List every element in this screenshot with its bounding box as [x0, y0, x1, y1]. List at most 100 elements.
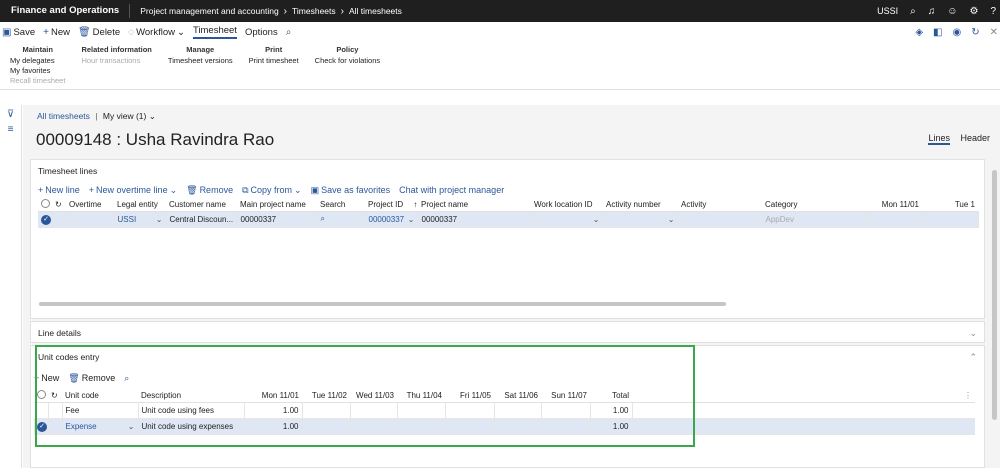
chevron-down-icon: ⌄: [148, 111, 156, 121]
col-activity[interactable]: Activity: [678, 198, 762, 212]
cell-overtime[interactable]: [66, 211, 115, 228]
workflow-button[interactable]: ◌ Workflow ⌄: [128, 27, 185, 38]
cell-search[interactable]: ⌕: [317, 211, 366, 228]
label: New overtime line: [96, 185, 168, 195]
cell-customer-name[interactable]: Central Discoun...: [166, 211, 238, 228]
table-row[interactable]: ✓ USSI ⌄ Central Discoun... 00000337 ⌕ 00…: [38, 211, 979, 228]
cell-main-project-name[interactable]: 00000337: [237, 211, 318, 228]
close-icon[interactable]: ✕: [990, 27, 998, 38]
tab-timesheet[interactable]: Timesheet: [192, 25, 237, 39]
chevron-right-icon: ›: [340, 5, 344, 17]
my-favorites-button[interactable]: My favorites: [10, 66, 65, 76]
breadcrumb-item-pma[interactable]: Project management and accounting: [140, 6, 278, 16]
col-mon[interactable]: Mon 11/01: [864, 198, 922, 212]
cell-tue[interactable]: [922, 211, 979, 228]
col-legal-entity[interactable]: Legal entity: [114, 198, 166, 212]
view-tabs: Lines Header: [920, 133, 990, 145]
col-project-id[interactable]: Project ID ↑: [365, 198, 418, 212]
check-violations-button[interactable]: Check for violations: [315, 56, 380, 66]
cell-project-name[interactable]: 00000337: [418, 211, 532, 228]
print-timesheet-button[interactable]: Print timesheet: [249, 56, 299, 66]
breadcrumb-item-timesheets[interactable]: Timesheets: [292, 6, 336, 16]
chat-project-manager-button[interactable]: Chat with project manager: [399, 185, 504, 195]
ribbon-group-maintain: Maintain My delegates My favorites Recal…: [0, 42, 71, 89]
save-as-favorites-button[interactable]: ▣ Save as favorites: [311, 185, 391, 196]
ribbon-group-related: Related information Hour transactions: [71, 42, 157, 89]
new-line-button[interactable]: + New line: [38, 185, 80, 195]
search-icon[interactable]: ⌕: [321, 214, 325, 223]
col-project-name[interactable]: Project name: [418, 198, 531, 212]
cell: [52, 211, 67, 228]
col-work-location-id[interactable]: Work location ID: [531, 198, 603, 212]
bell-icon[interactable]: ♫: [928, 6, 936, 17]
app-name[interactable]: Finance and Operations: [0, 4, 131, 18]
content-area: All timesheets | My view (1) ⌄ 00009148 …: [23, 105, 1000, 468]
view-header: All timesheets | My view (1) ⌄: [37, 111, 156, 122]
recall-timesheet-button[interactable]: Recall timesheet: [10, 76, 65, 86]
cell-mon[interactable]: [864, 211, 923, 228]
col-search[interactable]: Search: [317, 198, 365, 212]
line-details-header[interactable]: Line details ⌄: [31, 322, 984, 344]
line-details-card[interactable]: Line details ⌄: [30, 321, 985, 343]
ribbon: Maintain My delegates My favorites Recal…: [0, 42, 1000, 90]
timesheet-lines-header[interactable]: Timesheet lines: [31, 160, 984, 182]
grid-header-row: ↻ Overtime Legal entity Customer name Ma…: [38, 198, 978, 212]
office-icon[interactable]: ◧: [933, 27, 942, 38]
horizontal-scrollbar[interactable]: [39, 302, 726, 306]
my-delegates-button[interactable]: My delegates: [10, 56, 65, 66]
smiley-icon[interactable]: ☺: [947, 6, 957, 17]
copy-from-button[interactable]: ⧉ Copy from ⌄: [242, 185, 302, 196]
company-picker[interactable]: USSI: [877, 6, 898, 16]
notes-icon[interactable]: ◉: [952, 27, 961, 38]
list-icon[interactable]: ≡: [0, 124, 21, 135]
search-icon[interactable]: ⌕: [910, 6, 916, 17]
help-icon[interactable]: ?: [990, 6, 996, 17]
col-category[interactable]: Category: [762, 198, 864, 212]
vertical-scrollbar[interactable]: [992, 170, 997, 420]
save-label: Save: [13, 26, 36, 38]
action-pane: ▣ Save + New 🗑 Delete ◌ Workflow ⌄ Timesheet …: [0, 22, 1000, 42]
cell-category[interactable]: AppDev: [762, 211, 865, 228]
col-overtime[interactable]: Overtime: [66, 198, 114, 212]
plus-icon: +: [38, 185, 44, 195]
tab-lines[interactable]: Lines: [928, 133, 950, 145]
timesheet-versions-button[interactable]: Timesheet versions: [168, 56, 233, 66]
tab-options[interactable]: Options: [245, 27, 278, 38]
value: 00000337: [368, 214, 405, 224]
side-nav: ⊽ ≡: [0, 105, 22, 468]
timesheet-lines-card: Timesheet lines + New line + New overtime …: [30, 159, 985, 319]
search-icon[interactable]: ⌕: [286, 27, 294, 38]
hour-transactions-button[interactable]: Hour transactions: [81, 56, 151, 66]
cell-project-id[interactable]: 00000337 ⌄: [365, 211, 419, 228]
select-all-radio[interactable]: [38, 198, 52, 212]
col-main-project-name[interactable]: Main project name: [237, 198, 317, 212]
section-title: Timesheet lines: [38, 166, 98, 176]
delete-button[interactable]: 🗑 Delete: [78, 27, 120, 38]
save-button[interactable]: ▣ Save: [2, 27, 35, 38]
breadcrumb: Project management and accounting › Time…: [130, 6, 402, 17]
cell-activity-number[interactable]: ⌄: [603, 211, 679, 228]
attach-icon[interactable]: ◈: [915, 27, 923, 38]
cell-activity[interactable]: [678, 211, 763, 228]
gear-icon[interactable]: ⚙: [969, 6, 978, 17]
all-timesheets-link[interactable]: All timesheets: [37, 111, 90, 121]
tab-header[interactable]: Header: [960, 133, 990, 143]
timesheet-lines-grid: ↻ Overtime Legal entity Customer name Ma…: [38, 198, 979, 228]
remove-button[interactable]: 🗑 Remove: [186, 185, 233, 196]
view-selector[interactable]: My view (1): [103, 111, 146, 121]
filter-icon[interactable]: ⊽: [0, 109, 21, 120]
new-overtime-line-button[interactable]: + New overtime line ⌄: [89, 185, 177, 196]
col-activity-number[interactable]: Activity number: [603, 198, 678, 212]
col-customer-name[interactable]: Customer name: [166, 198, 237, 212]
breadcrumb-item-all-timesheets[interactable]: All timesheets: [349, 6, 402, 16]
chevron-down-icon: ⌄: [155, 214, 163, 224]
new-label: New: [50, 26, 70, 38]
cell-work-location-id[interactable]: ⌄: [531, 211, 604, 228]
new-button[interactable]: + New: [43, 27, 70, 38]
row-check[interactable]: ✓: [38, 211, 53, 228]
cell-legal-entity[interactable]: USSI ⌄: [114, 211, 167, 228]
col-tue[interactable]: Tue 1: [922, 198, 978, 212]
refresh-icon[interactable]: ↻: [971, 27, 979, 38]
save-icon: ▣: [2, 26, 12, 38]
refresh-icon[interactable]: ↻: [52, 198, 66, 212]
